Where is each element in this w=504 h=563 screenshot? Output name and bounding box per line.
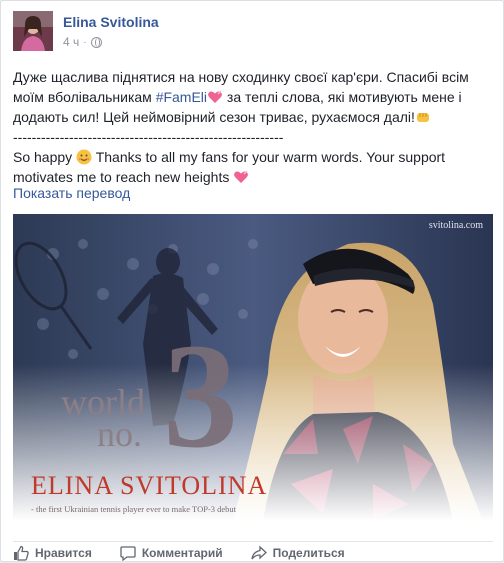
comment-button[interactable]: Комментарий [120, 545, 223, 561]
author-name[interactable]: Elina Svitolina [63, 14, 159, 30]
post-header: Elina Svitolina 4 ч · [13, 11, 483, 53]
hashtag-link[interactable]: #FamEli [156, 89, 207, 105]
heart-emoji-icon [208, 90, 222, 103]
post-text-en-1: So happy [13, 149, 77, 165]
photo-player-name: ELINA SVITOLINA [31, 471, 267, 500]
like-button[interactable]: Нравится [13, 545, 92, 561]
heart-emoji-icon [234, 170, 249, 183]
post-paragraph-en: So happy Thanks to all my fans for your … [13, 147, 493, 187]
share-icon [250, 545, 267, 559]
divider-line: ----------------------------------------… [13, 129, 284, 145]
post-actions: Нравится Комментарий Поделиться [13, 541, 493, 563]
like-label: Нравится [35, 545, 92, 560]
comment-label: Комментарий [141, 545, 223, 560]
post-text: Дуже щаслива піднятися на нову сходинку … [13, 67, 493, 187]
meta-separator: · [83, 36, 87, 48]
translate-link[interactable]: Показать перевод [13, 185, 130, 201]
avatar[interactable] [13, 11, 53, 51]
like-icon [14, 545, 29, 561]
photo-caption: - the first Ukrainian tennis player ever… [31, 504, 237, 514]
globe-icon[interactable] [90, 36, 102, 48]
comment-icon [120, 545, 136, 561]
post-time[interactable]: 4 ч [63, 35, 79, 49]
photo-rank-number: 3 [163, 313, 238, 479]
photo-watermark: svitolina.com [429, 220, 483, 231]
smile-emoji-icon [76, 149, 92, 165]
share-button[interactable]: Поделиться [250, 545, 345, 561]
fist-emoji-icon [416, 113, 429, 122]
photo-no-text: no. [97, 414, 142, 454]
post-card: Elina Svitolina 4 ч · Дуже щаслива підня… [0, 0, 504, 562]
post-photo[interactable]: svitolina.com world no. 3 ELINA SVITOLIN… [13, 214, 493, 521]
post-paragraph-uk: Дуже щаслива піднятися на нову сходинку … [13, 67, 493, 127]
share-label: Поделиться [272, 545, 345, 560]
post-meta: 4 ч · [63, 35, 102, 49]
